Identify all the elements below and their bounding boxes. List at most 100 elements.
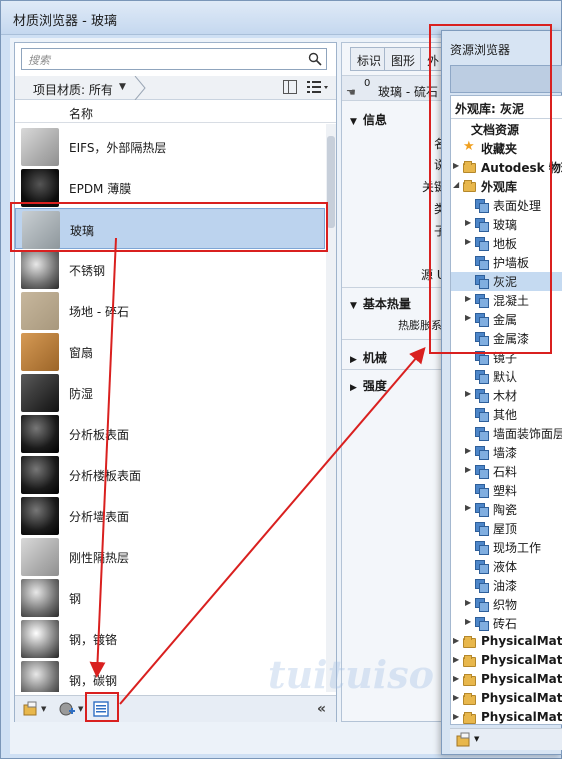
material-row[interactable]: 钢 [21, 577, 325, 618]
search-input[interactable]: 搜索 [21, 48, 327, 70]
asset-tree-label: PhysicalMater [481, 691, 562, 705]
section-info[interactable]: ▼ 信息 [350, 111, 387, 128]
asset-tree-label: PhysicalMater [481, 710, 562, 724]
material-row[interactable]: 场地 - 碎石 [21, 290, 325, 331]
material-row[interactable]: 不锈钢 [21, 249, 325, 290]
section-basic-thermal[interactable]: ▼ 基本热量 [350, 295, 411, 312]
expand-toggle-icon[interactable]: ▶ [453, 712, 459, 721]
material-label: 分析板表面 [69, 428, 130, 442]
asset-tree-item[interactable]: ▶ 织物 [451, 595, 562, 614]
material-label: 刚性隔热层 [69, 551, 130, 565]
filter-dropdown-icon[interactable]: ▼ [119, 82, 126, 92]
asset-tree-item[interactable]: ▶ PhysicalMater [451, 709, 562, 724]
asset-tree-item[interactable]: ▶ PhysicalMater [451, 652, 562, 671]
window-title: 材质浏览器 - 玻璃 [13, 14, 117, 29]
library-dropdown-icon[interactable]: ▼ [41, 705, 46, 713]
expand-toggle-icon[interactable]: ▶ [453, 693, 459, 702]
asset-tree-label: 屋顶 [493, 522, 518, 536]
folder-icon [463, 655, 476, 667]
highlight-asset-browser-button [85, 692, 119, 722]
material-thumbnail [21, 333, 59, 371]
category-icon [475, 522, 489, 536]
library-folder-icon[interactable] [456, 732, 472, 748]
material-label: EPDM 薄膜 [69, 182, 132, 196]
folder-icon [463, 674, 476, 686]
expand-toggle-icon[interactable]: ▶ [465, 617, 471, 626]
asset-tree-label: PhysicalMater [481, 653, 562, 667]
asset-tree-item[interactable]: ▶ 陶瓷 [451, 500, 562, 519]
material-row[interactable]: 防湿 [21, 372, 325, 413]
folder-icon [463, 636, 476, 648]
category-icon [475, 427, 489, 441]
list-view-icon[interactable] [307, 80, 329, 94]
asset-tree-label: 油漆 [493, 579, 518, 593]
section-mechanical[interactable]: ▶ 机械 [350, 349, 387, 366]
column-header[interactable]: 名称 [15, 101, 336, 123]
library-folder-icon[interactable] [23, 701, 39, 717]
asset-tree-item[interactable]: ▶ PhysicalMater [451, 633, 562, 652]
material-label: 钢，镀铬 [69, 633, 118, 647]
material-row[interactable]: EIFS，外部隔热层 [21, 126, 325, 167]
watermark: tuituiso [268, 652, 434, 697]
breadcrumb-chevron-icon [134, 76, 146, 100]
asset-tree-item[interactable]: 默认 [451, 367, 562, 386]
expand-toggle-icon[interactable]: ▶ [465, 465, 471, 474]
collapse-panel-icon[interactable]: « [317, 701, 326, 717]
material-row[interactable]: 分析板表面 [21, 413, 325, 454]
asset-tree-item[interactable]: 塑料 [451, 481, 562, 500]
asset-tree-item[interactable]: 油漆 [451, 576, 562, 595]
category-icon [475, 370, 489, 384]
asset-tree-label: 现场工作 [493, 541, 542, 555]
tab-graphics[interactable]: 图形 [384, 47, 423, 71]
material-row[interactable]: 窗扇 [21, 331, 325, 372]
expand-toggle-icon[interactable]: ▶ [453, 636, 459, 645]
expand-toggle-icon[interactable]: ▶ [465, 389, 471, 398]
expand-toggle-icon[interactable]: ▶ [453, 655, 459, 664]
material-row[interactable]: 刚性隔热层 [21, 536, 325, 577]
expand-toggle-icon[interactable]: ▶ [465, 446, 471, 455]
section-strength[interactable]: ▶ 强度 [350, 377, 387, 394]
asset-tree-label: 织物 [493, 598, 518, 612]
material-row[interactable]: 分析楼板表面 [21, 454, 325, 495]
asset-tree-item[interactable]: 其他 [451, 405, 562, 424]
material-thumbnail [21, 497, 59, 535]
asset-tree-item[interactable]: ▶ PhysicalMater [451, 671, 562, 690]
folder-icon [463, 712, 476, 724]
material-thumbnail [21, 292, 59, 330]
library-dropdown-icon[interactable]: ▼ [474, 735, 479, 743]
tab-identity[interactable]: 标识 [350, 47, 389, 71]
layout-toggle-icon[interactable] [283, 80, 297, 94]
category-icon [475, 465, 489, 479]
expand-toggle-icon[interactable]: ▶ [453, 674, 459, 683]
asset-tree-item[interactable]: 液体 [451, 557, 562, 576]
asset-tree-item[interactable]: ▶ 木材 [451, 386, 562, 405]
asset-tree-item[interactable]: ▶ 墙漆 [451, 443, 562, 462]
material-row[interactable]: 分析墙表面 [21, 495, 325, 536]
left-bottom-toolbar: ▼ ▼ « [15, 695, 336, 722]
column-header-name: 名称 [69, 107, 94, 121]
asset-tree-item[interactable]: ▶ 石料 [451, 462, 562, 481]
asset-tree-label: 木材 [493, 389, 518, 403]
filter-label[interactable]: 项目材质: 所有 [33, 81, 113, 98]
asset-tree-item[interactable]: 墙面装饰面层 [451, 424, 562, 443]
create-material-icon[interactable] [59, 701, 75, 717]
asset-tree-item[interactable]: 现场工作 [451, 538, 562, 557]
highlight-selected-material [10, 202, 328, 252]
material-label: 钢，碳钢 [69, 674, 118, 688]
material-label: 防湿 [69, 387, 94, 401]
material-label: 分析墙表面 [69, 510, 130, 524]
asset-tree-item[interactable]: ▶ 砖石 [451, 614, 562, 633]
category-icon [475, 617, 489, 631]
expand-toggle-icon[interactable]: ▶ [465, 598, 471, 607]
material-thumbnail [21, 620, 59, 658]
asset-tree-item[interactable]: 屋顶 [451, 519, 562, 538]
material-thumbnail [21, 415, 59, 453]
category-icon [475, 446, 489, 460]
scrollbar-thumb[interactable] [327, 136, 335, 228]
category-icon [475, 503, 489, 517]
create-dropdown-icon[interactable]: ▼ [78, 705, 83, 713]
search-icon[interactable] [308, 52, 322, 66]
expand-toggle-icon[interactable]: ▶ [465, 503, 471, 512]
asset-tree-item[interactable]: ▶ PhysicalMater [451, 690, 562, 709]
category-icon [475, 598, 489, 612]
